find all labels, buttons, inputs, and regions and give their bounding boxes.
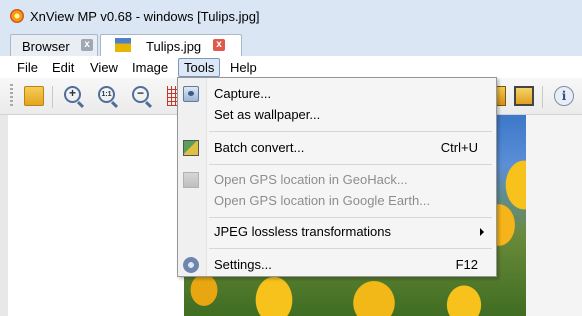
viewer-right-margin [526,115,582,316]
zoom-in-plus: + [68,86,76,100]
tab-browser-label: Browser [22,39,70,54]
menu-separator [209,131,492,132]
batch-convert-icon [183,140,199,156]
menu-view[interactable]: View [85,59,123,76]
menu-bar: File Edit View Image Tools Help [0,56,582,79]
menu-item-label: Open GPS location in Google Earth... [214,193,431,208]
menu-item-label: Set as wallpaper... [214,107,321,122]
menu-item-jpeg-lossless[interactable]: JPEG lossless transformations [178,222,496,243]
menu-item-settings[interactable]: Settings... F12 [178,255,496,276]
toolbar-grip[interactable] [10,84,13,108]
tab-strip: Browser x Tulips.jpg x [0,32,582,57]
close-icon[interactable]: x [81,39,93,51]
menu-item-set-wallpaper[interactable]: Set as wallpaper... [178,105,496,126]
grid-icon[interactable] [167,86,177,106]
zoom-handle [76,100,85,109]
tools-menu-dropdown: Capture... Set as wallpaper... Batch con… [177,77,497,277]
menu-help[interactable]: Help [225,59,262,76]
image-thumbnail-icon [115,38,131,52]
zoom-out-minus: − [136,86,144,100]
capture-icon [183,86,199,102]
submenu-arrow-icon [480,228,484,236]
xnview-app-icon[interactable] [10,9,24,23]
zoom-handle [144,100,153,109]
crop-icon[interactable] [514,86,534,106]
tab-browser[interactable]: Browser x [10,34,98,56]
tab-tulips-label: Tulips.jpg [146,39,202,54]
toolbar-separator [542,86,543,108]
zoom-actual-size-icon[interactable]: 1:1 [98,86,119,109]
zoom-handle [110,100,119,109]
zoom-out-icon[interactable]: − [132,86,153,109]
gps-icon [183,172,199,188]
menu-item-shortcut: F12 [455,257,478,272]
menu-item-batch-convert[interactable]: Batch convert... Ctrl+U [178,138,496,159]
menu-item-label: Capture... [214,86,272,101]
menu-separator [209,164,492,165]
menu-separator [209,217,492,218]
menu-item-label: Open GPS location in GeoHack... [214,172,408,187]
menu-file[interactable]: File [12,59,43,76]
menu-tools[interactable]: Tools [178,58,221,77]
menu-item-gps-google-earth: Open GPS location in Google Earth... [178,191,496,212]
zoom-in-icon[interactable]: + [64,86,85,109]
menu-image[interactable]: Image [127,59,173,76]
settings-gear-icon [183,257,199,273]
menu-edit[interactable]: Edit [47,59,79,76]
menu-item-shortcut: Ctrl+U [440,140,478,155]
menu-item-label: JPEG lossless transformations [214,224,392,239]
zoom-fit-text: 1:1 [101,91,112,98]
close-icon[interactable]: x [213,39,225,51]
menu-item-capture[interactable]: Capture... [178,84,496,105]
toolbar-separator [52,86,53,108]
menu-item-label: Batch convert... [214,140,305,155]
folder-tree-icon[interactable] [24,86,44,106]
window-title: XnView MP v0.68 - windows [Tulips.jpg] [30,9,260,24]
title-bar: XnView MP v0.68 - windows [Tulips.jpg] [0,0,582,33]
info-icon[interactable]: i [554,86,574,106]
menu-separator [209,248,492,249]
tab-tulips[interactable]: Tulips.jpg x [100,34,242,57]
menu-item-gps-geohack: Open GPS location in GeoHack... [178,170,496,191]
menu-item-label: Settings... [214,257,272,272]
